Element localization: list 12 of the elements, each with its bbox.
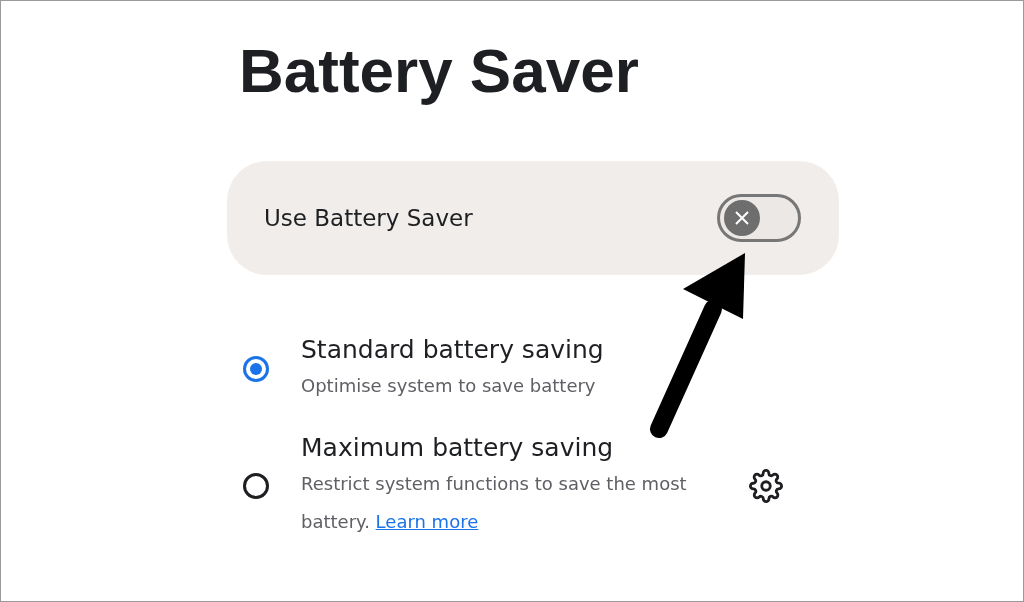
option-title: Standard battery saving bbox=[301, 334, 605, 366]
settings-icon[interactable] bbox=[749, 469, 783, 503]
close-icon bbox=[734, 210, 750, 226]
radio-button[interactable] bbox=[243, 356, 269, 382]
option-description: Restrict system functions to save the most battery. Learn more bbox=[301, 472, 688, 534]
radio-button[interactable] bbox=[243, 473, 269, 499]
option-title: Maximum battery saving bbox=[301, 432, 615, 464]
option-description: Optimise system to save battery bbox=[301, 374, 597, 398]
page-title: Battery Saver bbox=[239, 35, 640, 107]
learn-more-link[interactable]: Learn more bbox=[375, 511, 479, 532]
setting-label: Use Battery Saver bbox=[264, 205, 473, 231]
toggle-switch[interactable] bbox=[717, 194, 801, 242]
